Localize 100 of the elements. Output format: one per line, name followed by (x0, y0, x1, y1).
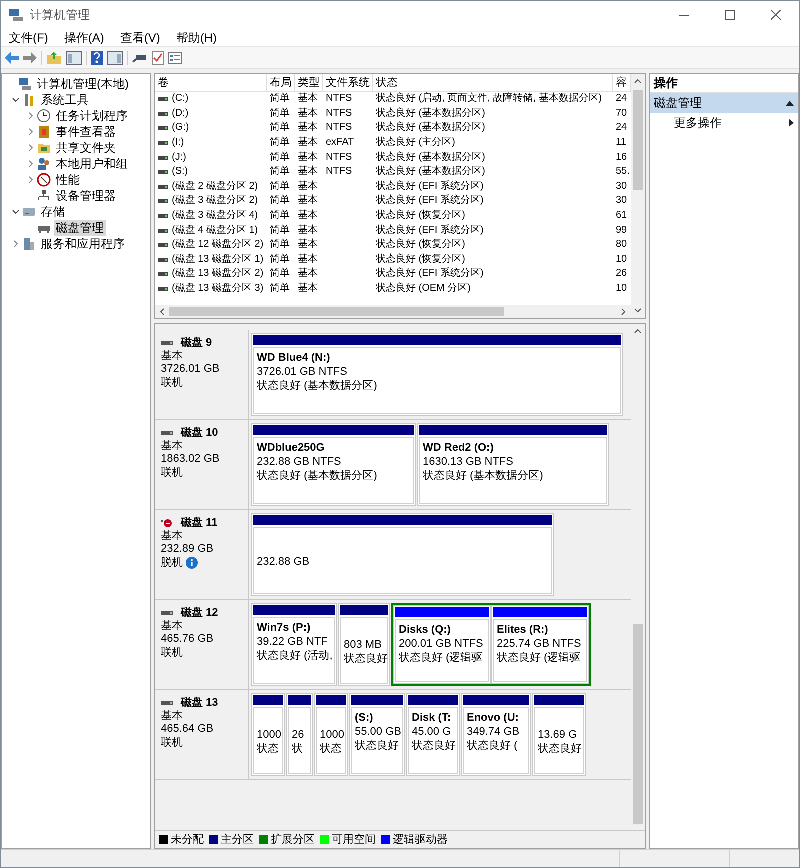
partition-detail: 状态 (257, 743, 279, 756)
panel-toggle-icon[interactable] (107, 50, 123, 64)
partition-panel[interactable]: Disks (Q:) 200.01 GB NTFS 状态良好 (逻辑驱 (393, 605, 491, 684)
partition-panel[interactable]: Win7s (P:) 39.22 GB NTF 状态良好 (活动, (251, 603, 337, 686)
column-header[interactable]: 类型 (295, 74, 323, 91)
folder-icon (37, 141, 51, 155)
volume-icon (158, 97, 168, 102)
table-cell: (磁盘 13 磁盘分区 3) (172, 282, 264, 296)
partition-detail: 状 (292, 743, 304, 756)
partition-panel[interactable]: Enovo (U: 349.74 GB 状态良好 ( (461, 693, 531, 776)
partition-detail: 状态良好 (逻辑驱 (399, 652, 484, 665)
forward-arrow-icon[interactable] (23, 52, 37, 64)
table-cell: 简单 (270, 238, 290, 252)
tree-item[interactable]: 存储 (39, 204, 67, 220)
partition-panel[interactable]: Disk (T: 45.00 G 状态良好 (406, 693, 460, 776)
action-item[interactable]: 更多操作 (650, 113, 798, 133)
partition-panel[interactable]: 26 状 (286, 693, 313, 776)
chevron-icon[interactable] (12, 96, 20, 104)
partition-detail: 39.22 GB NTF (257, 636, 329, 649)
volume-icon (158, 141, 168, 146)
table-cell: 状态良好 (主分区) (376, 136, 456, 150)
folder-up-icon[interactable] (46, 50, 62, 64)
table-cell: 基本 (298, 282, 318, 296)
volume-icon (158, 243, 168, 248)
vertical-scrollbar[interactable] (631, 74, 645, 318)
partition-detail: 349.74 GB (467, 726, 521, 739)
scroll-up-icon[interactable] (634, 78, 642, 84)
help-icon[interactable] (91, 50, 103, 64)
table-cell: 70 (616, 106, 628, 121)
partition-detail: 状态良好 (活动, (257, 650, 331, 663)
disk-name: 磁盘 11 (181, 516, 218, 530)
scroll-right-icon[interactable] (621, 308, 627, 316)
table-cell: NTFS (326, 121, 352, 136)
tree-item[interactable]: 性能 (54, 172, 82, 188)
scrollbar-thumb[interactable] (633, 624, 643, 824)
menu-item[interactable]: 文件(F) (1, 28, 56, 46)
tree-item[interactable]: 共享文件夹 (54, 140, 118, 156)
column-header[interactable]: 卷 (155, 74, 267, 91)
disk-size: 232.89 GB (161, 543, 215, 556)
partition-panel[interactable]: 1000 状态 (314, 693, 348, 776)
volume-icon (158, 272, 168, 276)
partition-panel[interactable]: 1000 状态 (251, 693, 285, 776)
partition-detail: 1630.13 GB NTFS (423, 456, 514, 469)
partition-panel[interactable]: WD Red2 (O:) 1630.13 GB NTFS 状态良好 (基本数据分区) (417, 423, 609, 506)
partition-panel[interactable]: WD Blue4 (N:) 3726.01 GB NTFS 状态良好 (基本数据分区) (251, 333, 623, 416)
properties-icon[interactable] (168, 52, 182, 64)
disk-status: 联机 (161, 466, 183, 480)
table-cell: 状态良好 (基本数据分区) (376, 106, 486, 121)
tree-item[interactable]: 事件查看器 (54, 124, 118, 140)
disk-size: 465.76 GB (161, 633, 215, 646)
column-header[interactable]: 布局 (267, 74, 295, 91)
back-arrow-icon[interactable] (5, 52, 19, 64)
actions-section-header[interactable]: 磁盘管理 (650, 93, 798, 113)
partition-panel[interactable]: WDblue250G 232.88 GB NTFS 状态良好 (基本数据分区) (251, 423, 416, 506)
menu-item[interactable]: 帮助(H) (168, 28, 225, 46)
scrollbar-thumb[interactable] (169, 307, 504, 316)
tree-item[interactable]: 本地用户和组 (54, 156, 130, 172)
tree-item[interactable]: 磁盘管理 (54, 220, 106, 236)
app-icon (8, 8, 24, 22)
tree-item[interactable]: 设备管理器 (54, 188, 118, 204)
column-header[interactable]: 状态 (373, 74, 613, 91)
partition-detail: 状态良好 ( (467, 740, 519, 753)
scrollbar-thumb[interactable] (633, 90, 643, 190)
column-header[interactable]: 文件系统 (323, 74, 373, 91)
info-icon[interactable] (186, 557, 198, 569)
partition-panel[interactable]: 803 MB 状态良好 (338, 603, 390, 686)
partition-panel[interactable]: Elites (R:) 225.74 GB NTFS 状态良好 (逻辑驱 (491, 605, 589, 684)
menu-item[interactable]: 查看(V) (112, 28, 168, 46)
partition-panel[interactable]: 232.88 GB (251, 513, 554, 596)
disk-status: 联机 (161, 646, 183, 660)
scroll-left-icon[interactable] (159, 308, 165, 316)
partition-detail: 状态良好 (355, 740, 399, 753)
table-cell: 简单 (270, 106, 290, 121)
checklist-icon[interactable] (152, 50, 164, 64)
users-icon (37, 157, 51, 171)
partition-panel[interactable]: 13.69 G 状态良好 (532, 693, 586, 776)
partition-name: (S:) (355, 712, 374, 725)
legend-label: 可用空间 (332, 832, 376, 846)
horizontal-scrollbar[interactable] (155, 305, 631, 318)
tree-item[interactable]: 任务计划程序 (54, 108, 130, 124)
tree-item[interactable]: 系统工具 (39, 92, 91, 108)
partition-panel[interactable]: (S:) 55.00 GB 状态良好 (349, 693, 405, 776)
table-cell: 状态良好 (恢复分区) (376, 252, 466, 267)
disk-type: 基本 (161, 350, 184, 363)
partition-detail: 225.74 GB NTFS (497, 638, 582, 651)
panel-toggle-icon[interactable] (66, 50, 82, 64)
table-cell: 简单 (270, 194, 290, 208)
table-cell: 10 (616, 252, 628, 267)
partition-name: Elites (R:) (497, 624, 550, 637)
table-cell: (磁盘 3 磁盘分区 2) (172, 194, 258, 208)
tree-item[interactable]: 计算机管理(本地) (35, 76, 131, 92)
scroll-up-icon[interactable] (634, 328, 642, 334)
chevron-icon[interactable] (12, 208, 20, 216)
tree-item[interactable]: 服务和应用程序 (39, 236, 127, 252)
table-cell: 基本 (298, 165, 318, 180)
volume-icon (158, 170, 168, 174)
menu-item[interactable]: 操作(A) (56, 28, 112, 46)
network-icon (37, 189, 51, 203)
table-cell: 基本 (298, 238, 318, 252)
maximize-icon (725, 10, 735, 20)
